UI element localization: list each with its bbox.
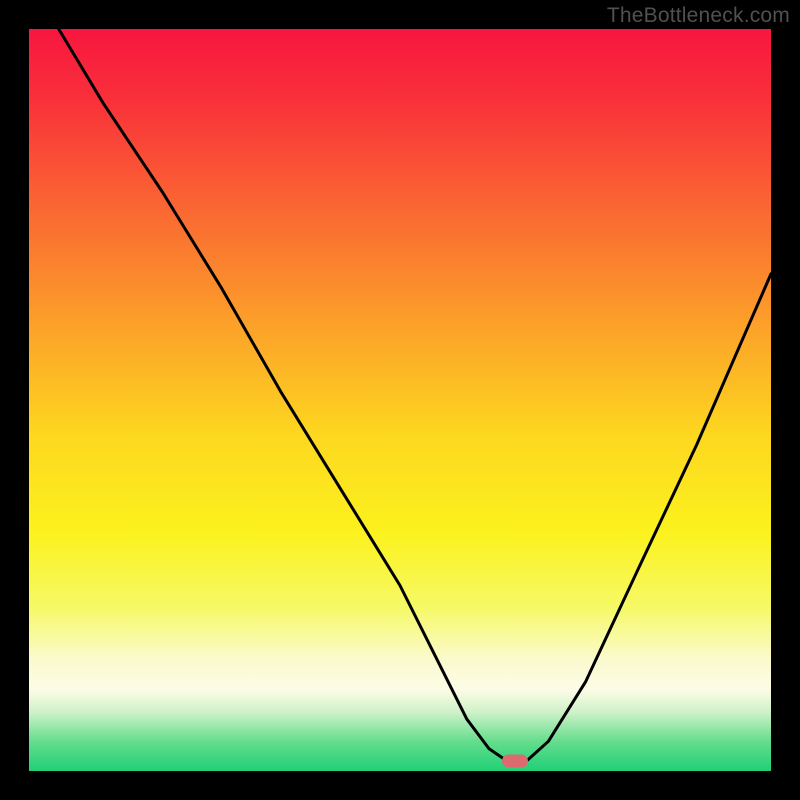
chart-frame: TheBottleneck.com xyxy=(0,0,800,800)
chart-plot-area xyxy=(29,29,771,771)
watermark-text: TheBottleneck.com xyxy=(607,4,790,28)
bottleneck-curve xyxy=(29,29,771,771)
optimal-marker xyxy=(502,755,528,768)
